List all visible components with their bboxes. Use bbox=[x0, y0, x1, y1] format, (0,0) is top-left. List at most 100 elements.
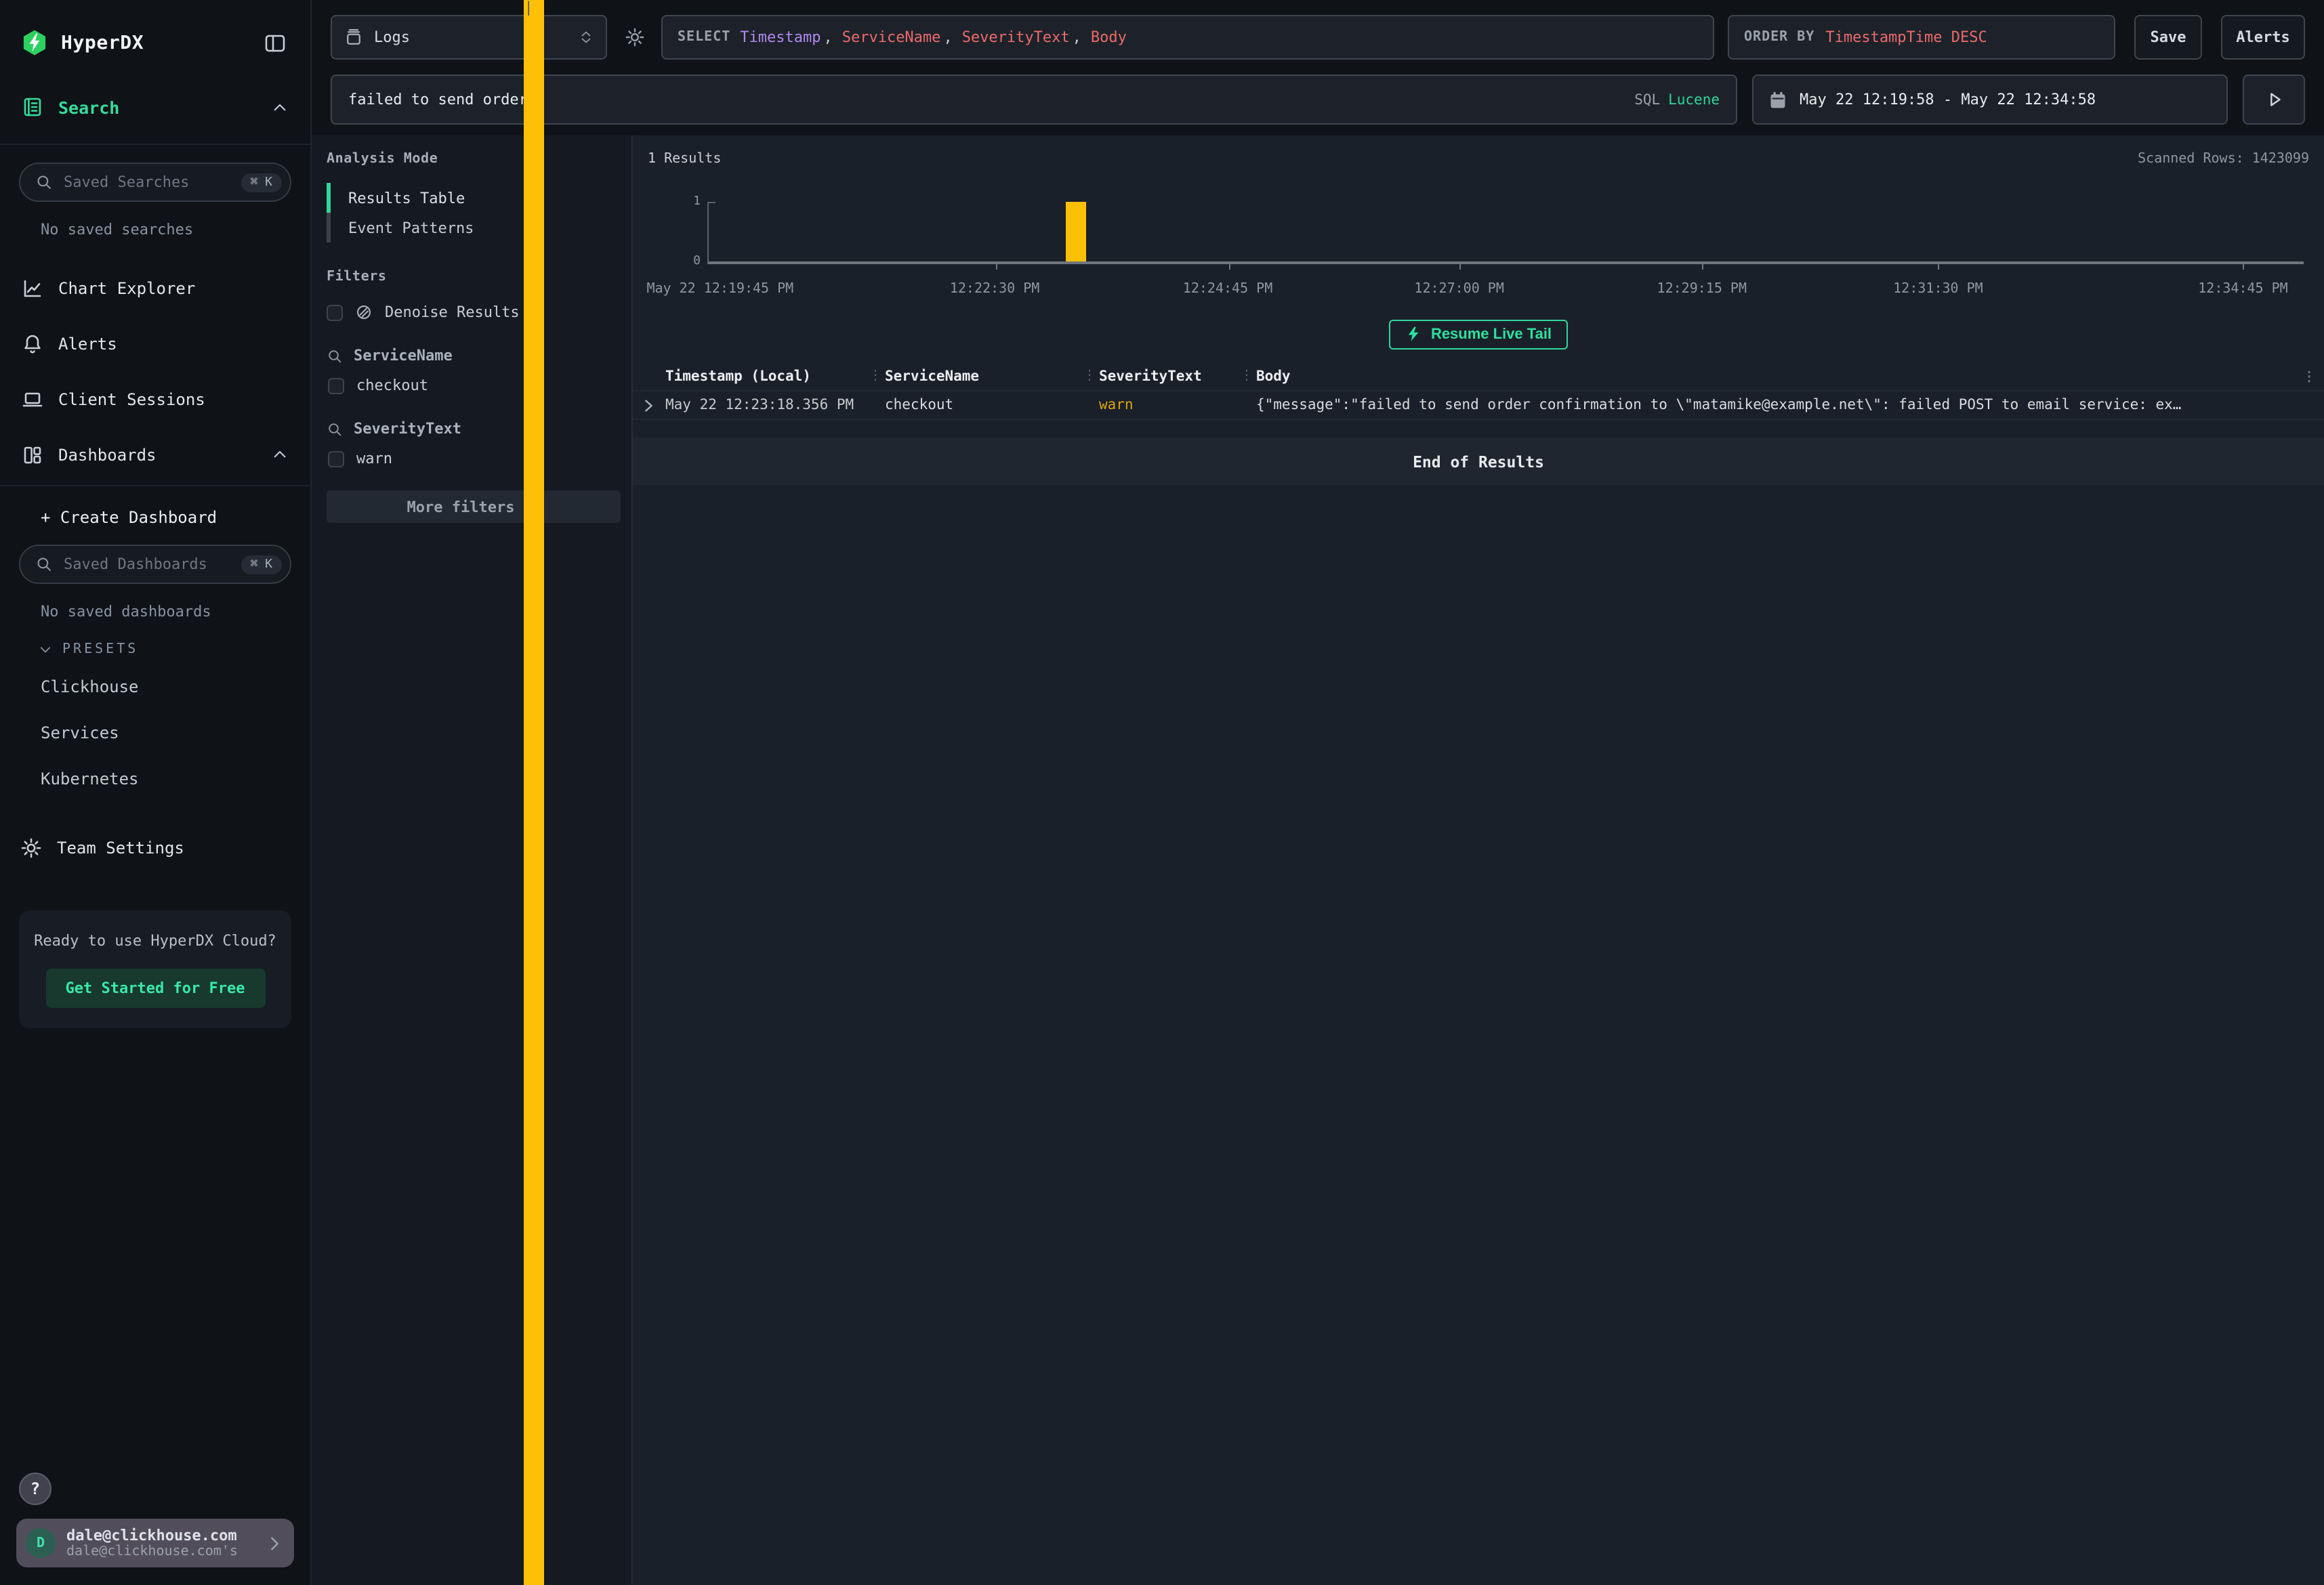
right-pane: Logs SELECT Timestamp, ServiceName, Seve… bbox=[312, 0, 2324, 1585]
comma: , bbox=[823, 28, 832, 46]
app: HyperDX Search Saved Searches ⌘ K No sav… bbox=[0, 0, 2324, 1585]
warn-checkbox[interactable] bbox=[328, 450, 344, 467]
query-field-severitytext: SeverityText bbox=[962, 28, 1070, 46]
search-icon bbox=[327, 421, 343, 437]
order-by-input[interactable]: ORDER BY TimestampTime DESC bbox=[1728, 15, 2115, 60]
x-axis-label: 12:34:45 PM bbox=[2198, 282, 2287, 297]
column-separator-icon[interactable]: ⋮ bbox=[1083, 368, 1096, 383]
column-header-servicename[interactable]: ⋮ ServiceName bbox=[885, 368, 1099, 385]
analysis-mode-tabs: Results Table Event Patterns bbox=[327, 183, 621, 242]
run-query-button[interactable] bbox=[2243, 75, 2305, 125]
filter-option-warn: warn bbox=[328, 450, 621, 467]
collapse-sidebar-icon[interactable] bbox=[264, 32, 286, 54]
search-query-input[interactable]: failed to send order SQL | Lucene bbox=[331, 75, 1737, 125]
x-axis-label: 12:22:30 PM bbox=[950, 282, 1039, 297]
sidebar-item-label: Team Settings bbox=[57, 838, 184, 857]
column-header-severitytext[interactable]: ⋮ SeverityText bbox=[1099, 368, 1256, 385]
preset-clickhouse[interactable]: Clickhouse bbox=[0, 671, 310, 703]
column-separator-icon[interactable]: ⋮ bbox=[1240, 368, 1253, 383]
saved-dashboards-input[interactable]: Saved Dashboards ⌘ K bbox=[19, 545, 291, 584]
x-axis-tick-mark bbox=[1228, 263, 1230, 270]
sidebar-item-client-sessions[interactable]: Client Sessions bbox=[0, 371, 310, 427]
tab-results-table[interactable]: Results Table bbox=[327, 183, 621, 213]
resume-live-tail-button[interactable]: Resume Live Tail bbox=[1389, 320, 1568, 350]
results-histogram[interactable]: 1 0 May 22 12:19:45 PM 12:22:30 PM 12:2 bbox=[633, 180, 2324, 299]
select-columns-input[interactable]: SELECT Timestamp, ServiceName, SeverityT… bbox=[661, 15, 1714, 60]
get-started-button[interactable]: Get Started for Free bbox=[45, 969, 265, 1009]
order-by-value: TimestampTime DESC bbox=[1825, 28, 1987, 46]
no-saved-searches-text: No saved searches bbox=[41, 221, 310, 238]
sidebar-item-alerts[interactable]: Alerts bbox=[0, 316, 310, 371]
y-axis-tick: 0 bbox=[693, 255, 701, 268]
sql-toggle[interactable]: SQL bbox=[1634, 91, 1660, 108]
source-settings-gear-icon[interactable] bbox=[621, 15, 648, 60]
x-axis-labels: May 22 12:19:45 PM 12:22:30 PM 12:24:45 … bbox=[707, 282, 2304, 299]
save-button[interactable]: Save bbox=[2134, 15, 2202, 60]
cell-servicename: checkout bbox=[885, 397, 1099, 413]
table-options-kebab-icon[interactable]: ⋮ bbox=[2302, 369, 2316, 384]
lucene-toggle[interactable]: Lucene bbox=[1668, 91, 1720, 108]
expand-row-chevron-icon[interactable] bbox=[641, 398, 665, 413]
query-language-toggle: SQL | Lucene bbox=[1634, 91, 1720, 108]
histogram-bar[interactable] bbox=[1065, 202, 1085, 261]
bell-icon bbox=[22, 333, 43, 354]
preset-services[interactable]: Services bbox=[0, 717, 310, 749]
search-journal-icon bbox=[22, 96, 43, 118]
source-select[interactable]: Logs bbox=[331, 15, 607, 60]
presets-section-toggle[interactable]: PRESETS bbox=[38, 642, 310, 657]
sidebar-item-dashboards[interactable]: Dashboards bbox=[0, 427, 310, 482]
more-filters-button[interactable]: More filters bbox=[327, 490, 621, 523]
column-header-body[interactable]: ⋮Body bbox=[1256, 368, 2291, 385]
table-row[interactable]: May 22 12:23:18.356 PM checkout warn {"m… bbox=[633, 392, 2324, 420]
sidebar-item-team-settings[interactable]: Team Settings bbox=[0, 820, 310, 875]
checkout-checkbox[interactable] bbox=[328, 377, 344, 394]
filter-option-checkout: checkout bbox=[328, 377, 621, 394]
select-keyword: SELECT bbox=[678, 30, 730, 45]
preset-kubernetes[interactable]: Kubernetes bbox=[0, 763, 310, 795]
query-field-body: Body bbox=[1091, 28, 1127, 46]
tab-event-patterns[interactable]: Event Patterns bbox=[327, 213, 621, 242]
create-dashboard-button[interactable]: + Create Dashboard bbox=[41, 508, 310, 527]
chevron-up-icon[interactable] bbox=[271, 446, 289, 463]
sidebar-item-label: Client Sessions bbox=[58, 389, 205, 408]
time-range-picker[interactable]: May 22 12:19:58 - May 22 12:34:58 bbox=[1752, 75, 2228, 125]
x-axis-label: May 22 12:19:45 PM bbox=[646, 282, 793, 297]
search-icon bbox=[327, 347, 343, 364]
alerts-button[interactable]: Alerts bbox=[2221, 15, 2305, 60]
scanned-rows: Scanned Rows: 1423099 bbox=[2138, 152, 2309, 167]
column-header-timestamp[interactable]: Timestamp (Local) bbox=[665, 368, 885, 385]
column-header-label: ServiceName bbox=[885, 368, 979, 385]
content: Analysis Mode Results Table Event Patter… bbox=[312, 135, 2324, 1585]
x-axis-label: 12:31:30 PM bbox=[1893, 282, 1983, 297]
filter-option-label: checkout bbox=[356, 377, 428, 394]
x-axis-tick-mark bbox=[1938, 263, 1940, 270]
order-by-keyword: ORDER BY bbox=[1744, 30, 1814, 45]
profile-subtitle: dale@clickhouse.com's bbox=[66, 1544, 256, 1559]
no-saved-dashboards-text: No saved dashboards bbox=[41, 603, 310, 620]
user-profile-button[interactable]: D dale@clickhouse.com dale@clickhouse.co… bbox=[16, 1519, 294, 1567]
column-separator-icon[interactable]: ⋮ bbox=[869, 368, 882, 383]
denoise-icon bbox=[355, 303, 373, 321]
profile-text: dale@clickhouse.com dale@clickhouse.com'… bbox=[66, 1527, 256, 1559]
sidebar-item-search[interactable]: Search bbox=[0, 96, 310, 145]
histogram-plot: 1 0 bbox=[707, 202, 2304, 264]
sidebar-item-label: Search bbox=[58, 97, 119, 117]
chevron-up-icon[interactable] bbox=[271, 98, 289, 116]
filter-group-severitytext: SeverityText bbox=[327, 420, 621, 438]
saved-searches-input[interactable]: Saved Searches ⌘ K bbox=[19, 163, 291, 202]
denoise-checkbox[interactable] bbox=[327, 304, 343, 320]
cell-timestamp: May 22 12:23:18.356 PM bbox=[665, 397, 885, 413]
sidebar-item-chart-explorer[interactable]: Chart Explorer bbox=[0, 260, 310, 316]
analysis-mode-title: Analysis Mode bbox=[327, 152, 621, 167]
cloud-promo-card: Ready to use HyperDX Cloud? Get Started … bbox=[19, 910, 291, 1029]
help-button[interactable]: ? bbox=[19, 1473, 51, 1505]
toggle-divider: | bbox=[524, 0, 545, 1585]
search-toolbar: failed to send order SQL | Lucene May 22… bbox=[331, 75, 2305, 125]
select-stepper-icon bbox=[579, 28, 594, 46]
x-axis-label: 12:29:15 PM bbox=[1657, 282, 1747, 297]
column-header-label: SeverityText bbox=[1099, 368, 1202, 385]
saved-searches-placeholder: Saved Searches bbox=[64, 173, 230, 191]
filter-option-label: warn bbox=[356, 450, 392, 467]
sidebar-item-label: Dashboards bbox=[58, 445, 157, 464]
dashboard-grid-icon bbox=[22, 444, 43, 465]
